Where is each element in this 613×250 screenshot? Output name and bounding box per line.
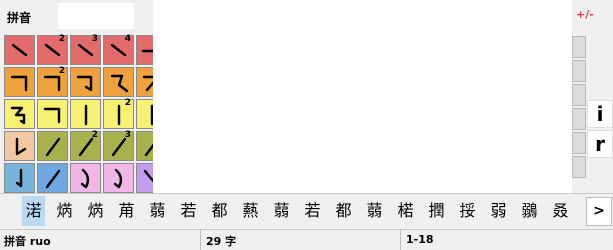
letter-box[interactable]: r — [587, 130, 613, 158]
content-area — [153, 0, 572, 193]
stroke-button[interactable] — [4, 99, 35, 129]
right-boxes: ir — [587, 34, 613, 174]
strip-item[interactable] — [572, 132, 586, 154]
candidate-char[interactable]: 苚 — [115, 196, 138, 226]
stroke-button[interactable]: 2 — [103, 98, 134, 129]
stroke-wangou-icon — [80, 168, 90, 189]
stroke-button[interactable] — [4, 67, 35, 97]
candidate-char[interactable]: 鶸 — [518, 196, 541, 226]
status-range: 1-18 — [406, 233, 434, 246]
stroke-count-label: 2 — [91, 130, 98, 140]
status-bar: 拼音 ruo 29 字 1-18 — [0, 229, 613, 250]
search-mode-label: 拼音 — [7, 11, 32, 25]
stroke-button[interactable] — [136, 35, 153, 65]
stroke-shuti-icon — [15, 137, 27, 156]
stroke-button[interactable]: 3 — [103, 130, 134, 161]
stroke-button[interactable] — [37, 131, 68, 161]
stroke-hengzhe-icon — [10, 75, 28, 92]
strip-item[interactable] — [572, 36, 586, 58]
stroke-button[interactable] — [70, 67, 101, 97]
plus-minus-button[interactable]: +/- — [576, 8, 594, 21]
stroke-button[interactable] — [37, 99, 68, 129]
candidate-char[interactable]: 焫 — [84, 196, 107, 226]
stroke-dian-icon — [11, 43, 28, 57]
stroke-button[interactable] — [4, 35, 35, 65]
letter-box[interactable]: i — [587, 100, 613, 128]
stroke-hengpie-icon — [142, 75, 153, 92]
stroke-button[interactable] — [103, 163, 134, 193]
candidate-char[interactable]: 楉 — [394, 196, 417, 226]
stroke-button[interactable] — [37, 163, 68, 193]
candidate-char[interactable]: 爇 — [239, 196, 262, 226]
status-divider — [200, 230, 201, 250]
candidate-char[interactable]: 蒻 — [146, 196, 169, 226]
stroke-pie-icon — [144, 143, 153, 157]
candidate-char[interactable]: 叒 — [549, 196, 572, 226]
stroke-wangou-icon — [113, 168, 123, 189]
stroke-button[interactable]: 2 — [37, 34, 68, 65]
candidate-char[interactable]: 挼 — [456, 196, 479, 226]
stroke-count-label: 3 — [124, 130, 131, 140]
strip-item[interactable] — [572, 84, 586, 106]
candidate-char[interactable]: 渃 — [22, 196, 45, 226]
stroke-button[interactable] — [4, 131, 35, 161]
candidate-char[interactable]: 蒻 — [363, 196, 386, 226]
stroke-button[interactable] — [4, 163, 35, 193]
stroke-count-label: 2 — [58, 66, 65, 76]
strip-item[interactable] — [572, 60, 586, 82]
status-divider — [400, 230, 401, 250]
stroke-button[interactable] — [103, 67, 134, 97]
stroke-count-label: 4 — [124, 34, 131, 44]
stroke-button[interactable] — [136, 131, 153, 161]
stroke-hengzhewangou-icon — [10, 106, 26, 125]
stroke-button[interactable] — [136, 99, 153, 129]
stroke-button[interactable] — [70, 163, 101, 193]
candidate-char[interactable]: 都 — [208, 196, 231, 226]
stroke-pie-icon — [45, 137, 61, 157]
candidate-char[interactable]: 弱 — [487, 196, 510, 226]
next-page-button[interactable]: > — [586, 197, 612, 226]
stroke-button[interactable]: 3 — [70, 34, 101, 65]
candidate-char[interactable]: 若 — [177, 196, 200, 226]
stroke-pie-icon — [45, 169, 61, 189]
stroke-count-label: 2 — [124, 98, 131, 108]
stroke-grid: 2 3 4 2 2 2 3 — [0, 32, 153, 193]
stroke-button[interactable] — [136, 163, 153, 193]
strip-item[interactable] — [572, 156, 586, 178]
candidate-char[interactable]: 都 — [332, 196, 355, 226]
status-char-count: 29 字 — [206, 235, 237, 248]
search-row: 拼音 — [0, 0, 153, 32]
search-input[interactable] — [58, 3, 134, 29]
candidate-char[interactable]: 蒻 — [270, 196, 293, 226]
right-panel: +/- ir — [572, 0, 613, 193]
stroke-button[interactable] — [136, 67, 153, 97]
stroke-count-label: 2 — [58, 34, 65, 44]
strip-item[interactable] — [572, 108, 586, 130]
stroke-button[interactable]: 2 — [37, 66, 68, 97]
stroke-hengzhewan-icon — [110, 74, 129, 93]
stroke-shu-icon — [150, 104, 153, 126]
candidate-char[interactable]: 焫 — [53, 196, 76, 226]
stroke-hengzhe-icon — [43, 107, 61, 124]
status-input-mode: 拼音 ruo — [4, 235, 51, 248]
stroke-shugou-icon — [15, 168, 23, 188]
stroke-shu-icon — [84, 104, 88, 126]
stroke-button[interactable]: 2 — [70, 130, 101, 161]
candidate-char[interactable]: 若 — [301, 196, 324, 226]
stroke-heng-icon — [141, 49, 153, 53]
candidate-bar: 渃焫焫苚蒻若都爇蒻若都蒻楉撋挼弱鶸叒 > — [0, 193, 613, 229]
stroke-xiegou-icon — [143, 169, 153, 183]
stroke-button[interactable] — [70, 99, 101, 129]
stroke-button[interactable]: 4 — [103, 34, 134, 65]
stroke-hengzhegou-icon — [76, 75, 93, 92]
candidate-char[interactable]: 撋 — [425, 196, 448, 226]
stroke-count-label: 3 — [91, 34, 98, 44]
